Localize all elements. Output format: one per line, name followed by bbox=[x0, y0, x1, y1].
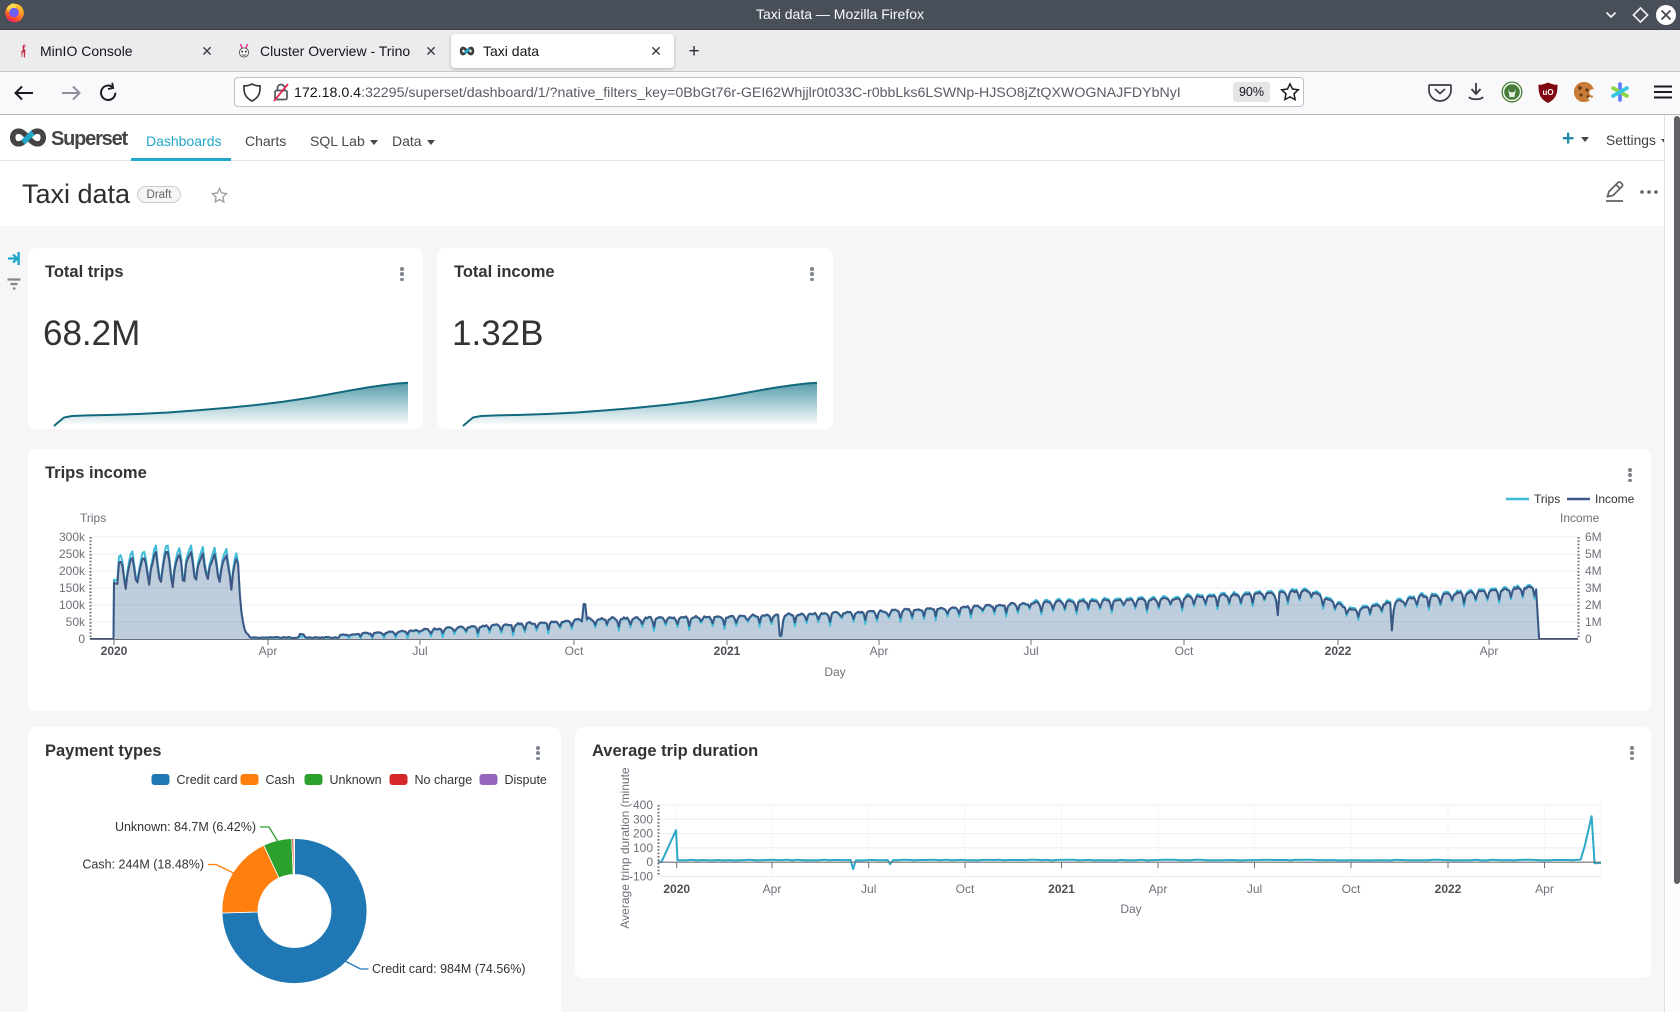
svg-text:No charge: No charge bbox=[415, 773, 473, 787]
svg-text:Apr: Apr bbox=[1480, 644, 1499, 658]
svg-text:uO: uO bbox=[1542, 88, 1553, 97]
svg-text:300k: 300k bbox=[59, 530, 86, 544]
svg-text:Credit card: 984M (74.56%): Credit card: 984M (74.56%) bbox=[372, 962, 526, 976]
svg-text:400: 400 bbox=[633, 798, 653, 812]
svg-text:2021: 2021 bbox=[714, 644, 741, 658]
svg-text:300: 300 bbox=[633, 812, 653, 826]
svg-text:0: 0 bbox=[78, 632, 85, 646]
svg-text:200k: 200k bbox=[59, 564, 86, 578]
svg-text:2020: 2020 bbox=[663, 882, 690, 896]
svg-text:Trips: Trips bbox=[80, 511, 106, 525]
svg-text:50k: 50k bbox=[66, 615, 86, 629]
svg-text:Unknown: Unknown bbox=[330, 773, 382, 787]
svg-text:1M: 1M bbox=[1585, 615, 1602, 629]
svg-text:Jul: Jul bbox=[412, 644, 427, 658]
svg-text:Day: Day bbox=[1120, 902, 1141, 916]
svg-text:Oct: Oct bbox=[1342, 882, 1361, 896]
svg-text:-100: -100 bbox=[629, 870, 653, 884]
svg-text:Income: Income bbox=[1595, 492, 1635, 506]
svg-text:Jul: Jul bbox=[861, 882, 876, 896]
svg-text:2022: 2022 bbox=[1325, 644, 1352, 658]
svg-text:Trips: Trips bbox=[1534, 492, 1560, 506]
svg-text:Oct: Oct bbox=[565, 644, 584, 658]
svg-text:Apr: Apr bbox=[1535, 882, 1554, 896]
svg-text:Oct: Oct bbox=[1175, 644, 1194, 658]
svg-text:2022: 2022 bbox=[1435, 882, 1462, 896]
svg-text:250k: 250k bbox=[59, 547, 86, 561]
svg-text:2021: 2021 bbox=[1048, 882, 1075, 896]
svg-text:Credit card: Credit card bbox=[177, 773, 238, 787]
svg-text:Average trinp duration (minute: Average trinp duration (minute bbox=[618, 767, 632, 929]
svg-text:Cash: Cash bbox=[266, 773, 295, 787]
svg-text:0: 0 bbox=[1585, 632, 1592, 646]
svg-text:Dispute: Dispute bbox=[505, 773, 547, 787]
svg-text:5M: 5M bbox=[1585, 547, 1602, 561]
svg-text:6M: 6M bbox=[1585, 530, 1602, 544]
svg-text:Income: Income bbox=[1560, 511, 1600, 525]
svg-text:Jul: Jul bbox=[1247, 882, 1262, 896]
svg-text:100k: 100k bbox=[59, 598, 86, 612]
svg-text:Apr: Apr bbox=[1149, 882, 1168, 896]
svg-text:150k: 150k bbox=[59, 581, 86, 595]
svg-text:Cash: 244M (18.48%): Cash: 244M (18.48%) bbox=[82, 858, 204, 872]
svg-text:100: 100 bbox=[633, 841, 653, 855]
svg-text:0: 0 bbox=[646, 855, 653, 869]
svg-text:Apr: Apr bbox=[259, 644, 278, 658]
svg-text:Jul: Jul bbox=[1023, 644, 1038, 658]
svg-text:Apr: Apr bbox=[870, 644, 889, 658]
svg-text:Oct: Oct bbox=[956, 882, 975, 896]
svg-text:4M: 4M bbox=[1585, 564, 1602, 578]
svg-text:2020: 2020 bbox=[101, 644, 128, 658]
svg-text:Unknown: 84.7M (6.42%): Unknown: 84.7M (6.42%) bbox=[115, 820, 256, 834]
svg-text:200: 200 bbox=[633, 827, 653, 841]
svg-text:Apr: Apr bbox=[763, 882, 782, 896]
svg-text:3M: 3M bbox=[1585, 581, 1602, 595]
svg-text:Day: Day bbox=[824, 665, 845, 679]
svg-text:2M: 2M bbox=[1585, 598, 1602, 612]
